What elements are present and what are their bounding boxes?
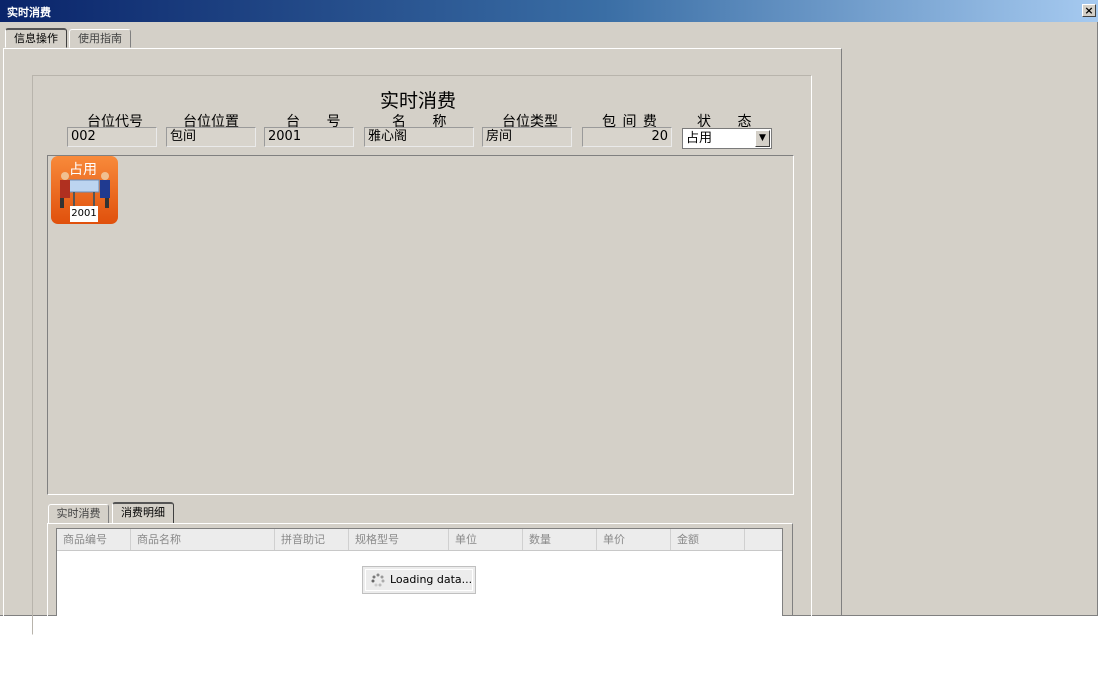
column-header[interactable]: 单位 bbox=[449, 529, 523, 550]
column-header[interactable]: 单价 bbox=[597, 529, 671, 550]
seat-number-label: 2001 bbox=[70, 206, 98, 222]
column-header[interactable]: 商品编号 bbox=[57, 529, 131, 550]
position-field[interactable]: 包间 bbox=[166, 127, 256, 147]
type-field[interactable]: 房间 bbox=[482, 127, 572, 147]
status-select[interactable]: 占用 ▼ bbox=[682, 128, 772, 149]
tab-consumption-detail[interactable]: 消费明细 bbox=[112, 502, 174, 524]
tab-info-operation[interactable]: 信息操作 bbox=[5, 28, 67, 48]
grid-header: 商品编号 商品名称 拼音助记 规格型号 单位 数量 单价 金额 bbox=[57, 529, 782, 551]
column-header[interactable]: 商品名称 bbox=[131, 529, 275, 550]
page-title: 实时消费 bbox=[380, 90, 457, 112]
column-header[interactable]: 数量 bbox=[523, 529, 597, 550]
chevron-down-icon[interactable]: ▼ bbox=[755, 130, 770, 147]
column-header[interactable]: 规格型号 bbox=[349, 529, 449, 550]
window-title: 实时消费 bbox=[7, 6, 51, 19]
tab-user-guide[interactable]: 使用指南 bbox=[69, 29, 131, 48]
close-button[interactable]: × bbox=[1082, 4, 1096, 17]
seat-tile[interactable]: 占用 2001 bbox=[51, 156, 118, 224]
main-window: 实时消费 × 信息操作 使用指南 实时消费 台位代号 台位位置 台 号 名 称 … bbox=[0, 0, 1098, 635]
seat-area bbox=[47, 155, 794, 495]
tab-realtime-consumption[interactable]: 实时消费 bbox=[48, 504, 109, 524]
title-bar: 实时消费 × bbox=[0, 0, 1098, 22]
seat-status-label: 占用 bbox=[69, 162, 97, 178]
loading-indicator: Loading data... bbox=[362, 566, 476, 594]
column-header[interactable]: 拼音助记 bbox=[275, 529, 349, 550]
room-fee-field[interactable]: 20 bbox=[582, 127, 672, 147]
code-field[interactable]: 002 bbox=[67, 127, 157, 147]
status-select-value: 占用 bbox=[686, 131, 713, 146]
spinner-icon bbox=[371, 573, 385, 587]
number-field[interactable]: 2001 bbox=[264, 127, 354, 147]
name-field[interactable]: 雅心阁 bbox=[364, 127, 474, 147]
column-header[interactable]: 金额 bbox=[671, 529, 745, 550]
